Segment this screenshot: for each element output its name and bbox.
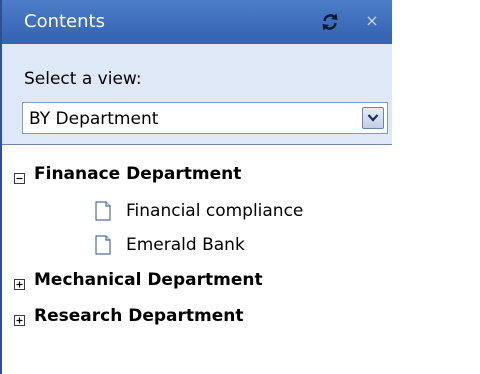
tree-leaf-emerald-bank[interactable]: Emerald Bank	[2, 229, 392, 259]
view-label: Select a view:	[24, 69, 142, 89]
panel-title: Contents	[24, 11, 105, 32]
view-select-value: BY Department	[29, 109, 159, 129]
tree-node-label[interactable]: Research Department	[34, 305, 244, 327]
contents-panel: Contents × Select a view: BY Department	[0, 0, 392, 374]
chevron-down-icon[interactable]	[362, 107, 384, 129]
tree-leaf-label[interactable]: Emerald Bank	[126, 234, 245, 256]
panel-titlebar: Contents ×	[2, 0, 392, 44]
document-icon	[94, 235, 112, 255]
tree-node-research[interactable]: Research Department	[2, 301, 392, 331]
view-selector-area: Select a view: BY Department	[2, 44, 392, 144]
document-icon	[94, 201, 112, 221]
collapse-icon[interactable]	[14, 169, 25, 184]
tree-node-label[interactable]: Mechanical Department	[34, 269, 263, 291]
tree-leaf-financial-compliance[interactable]: Financial compliance	[2, 195, 392, 225]
tree-node-mechanical[interactable]: Mechanical Department	[2, 265, 392, 295]
tree-leaf-label[interactable]: Financial compliance	[126, 200, 303, 222]
divider	[2, 144, 392, 145]
tree-node-finance[interactable]: Finanace Department	[2, 159, 392, 189]
view-select[interactable]: BY Department	[22, 102, 388, 134]
expand-icon[interactable]	[14, 275, 25, 290]
refresh-icon[interactable]	[318, 10, 342, 34]
close-icon[interactable]: ×	[362, 11, 382, 31]
expand-icon[interactable]	[14, 311, 25, 326]
tree-node-label[interactable]: Finanace Department	[34, 163, 241, 185]
